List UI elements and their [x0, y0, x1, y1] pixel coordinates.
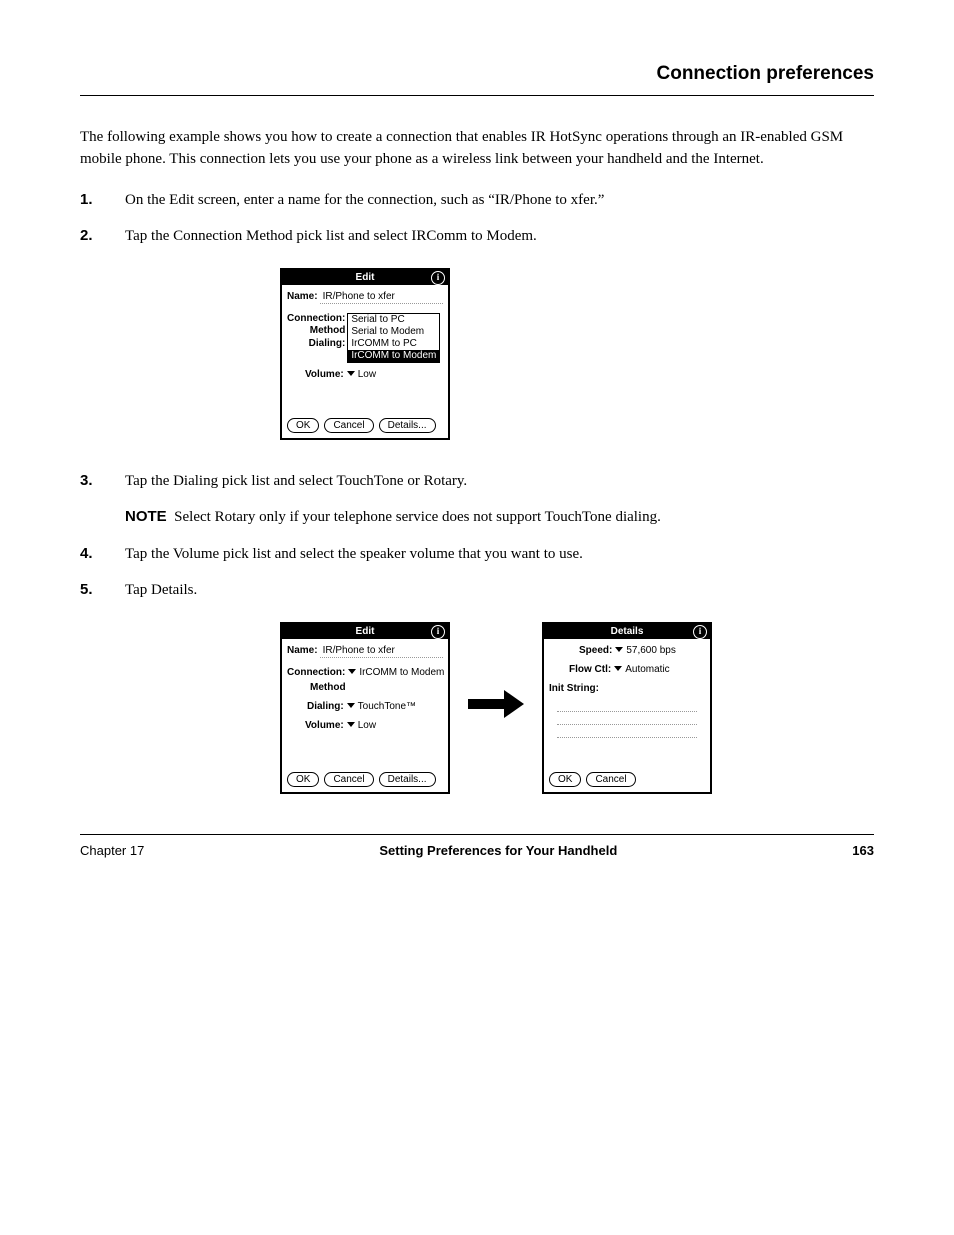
- footer-pagenum: 163: [852, 841, 874, 861]
- step-1: 1. On the Edit screen, enter a name for …: [80, 189, 874, 212]
- name-input[interactable]: IR/Phone to xfer: [320, 291, 443, 304]
- page-header: Connection preferences: [80, 60, 874, 89]
- info-icon[interactable]: i: [431, 271, 445, 285]
- details-button[interactable]: Details...: [379, 418, 436, 433]
- step-5: 5. Tap Details.: [80, 579, 874, 602]
- dialing-label: Dialing:: [287, 338, 345, 350]
- connection-dropdown-open[interactable]: Serial to PC Serial to Modem IrCOMM to P…: [347, 313, 440, 363]
- intro-text: The following example shows you how to c…: [80, 126, 874, 171]
- step-text: Tap the Connection Method pick list and …: [125, 225, 874, 248]
- name-input[interactable]: IR/Phone to xfer: [320, 645, 443, 658]
- speed-label: Speed:: [579, 645, 612, 657]
- note-row: NOTE Select Rotary only if your telephon…: [80, 506, 874, 529]
- palm-titlebar: Edit i: [282, 624, 448, 639]
- initstring-label: Init String:: [549, 683, 599, 695]
- option-ircomm-modem[interactable]: IrCOMM to Modem: [348, 350, 439, 362]
- ok-button[interactable]: OK: [549, 772, 581, 787]
- note-text: Select Rotary only if your telephone ser…: [174, 509, 661, 525]
- step-text: Tap the Dialing pick list and select Tou…: [125, 470, 874, 493]
- step-4: 4. Tap the Volume pick list and select t…: [80, 543, 874, 566]
- palm-title: Edit: [356, 626, 375, 637]
- step-num: 4.: [80, 543, 125, 566]
- arrow-right-icon: [468, 690, 524, 726]
- volume-picklist[interactable]: Low: [344, 720, 376, 732]
- initstring-input[interactable]: [557, 699, 697, 738]
- step-num: 2.: [80, 225, 125, 248]
- details-button[interactable]: Details...: [379, 772, 436, 787]
- step-num: 1.: [80, 189, 125, 212]
- ok-button[interactable]: OK: [287, 418, 319, 433]
- step-text: Tap the Volume pick list and select the …: [125, 543, 874, 566]
- palm-title: Edit: [356, 272, 375, 283]
- volume-picklist[interactable]: Low: [344, 369, 376, 381]
- palm-window-edit2: Edit i Name: IR/Phone to xfer Connection…: [280, 622, 450, 794]
- connection-picklist[interactable]: IrCOMM to Modem: [345, 667, 444, 679]
- option-ircomm-pc[interactable]: IrCOMM to PC: [348, 338, 439, 350]
- header-rule: [80, 95, 874, 96]
- volume-label: Volume:: [305, 369, 344, 381]
- dialing-label: Dialing:: [307, 701, 344, 713]
- footer-chapter: Chapter 17: [80, 841, 144, 861]
- page-footer: Chapter 17 Setting Preferences for Your …: [80, 834, 874, 861]
- speed-picklist[interactable]: 57,600 bps: [612, 645, 676, 657]
- option-serial-pc[interactable]: Serial to PC: [348, 314, 439, 326]
- volume-label: Volume:: [305, 720, 344, 732]
- step-num: 5.: [80, 579, 125, 602]
- screenshot-edit-to-details: Edit i Name: IR/Phone to xfer Connection…: [280, 622, 874, 794]
- step-3: 3. Tap the Dialing pick list and select …: [80, 470, 874, 493]
- palm-window-details: Details i Speed: 57,600 bps Flow Ctl: Au…: [542, 622, 712, 794]
- cancel-button[interactable]: Cancel: [586, 772, 635, 787]
- ok-button[interactable]: OK: [287, 772, 319, 787]
- cancel-button[interactable]: Cancel: [324, 418, 373, 433]
- step-text: On the Edit screen, enter a name for the…: [125, 189, 874, 212]
- name-label: Name:: [287, 645, 318, 658]
- palm-title: Details: [611, 626, 644, 637]
- connection-label: Connection:: [287, 667, 345, 679]
- method-label: Method: [287, 325, 345, 337]
- palm-titlebar: Edit i: [282, 270, 448, 285]
- screenshot-edit-dropdown: Edit i Name: IR/Phone to xfer Connection…: [280, 268, 874, 440]
- info-icon[interactable]: i: [693, 625, 707, 639]
- option-serial-modem[interactable]: Serial to Modem: [348, 326, 439, 338]
- cancel-button[interactable]: Cancel: [324, 772, 373, 787]
- footer-title: Setting Preferences for Your Handheld: [379, 841, 617, 861]
- dialing-picklist[interactable]: TouchTone™: [344, 701, 416, 713]
- flowctl-label: Flow Ctl:: [569, 664, 611, 676]
- method-label: Method: [310, 682, 346, 694]
- palm-window-edit: Edit i Name: IR/Phone to xfer Connection…: [280, 268, 450, 440]
- step-text: Tap Details.: [125, 579, 874, 602]
- connection-label: Connection:: [287, 313, 345, 325]
- step-num: 3.: [80, 470, 125, 493]
- flowctl-picklist[interactable]: Automatic: [611, 664, 669, 676]
- note-label: NOTE: [125, 508, 167, 525]
- name-label: Name:: [287, 291, 318, 304]
- step-2: 2. Tap the Connection Method pick list a…: [80, 225, 874, 248]
- info-icon[interactable]: i: [431, 625, 445, 639]
- palm-titlebar: Details i: [544, 624, 710, 639]
